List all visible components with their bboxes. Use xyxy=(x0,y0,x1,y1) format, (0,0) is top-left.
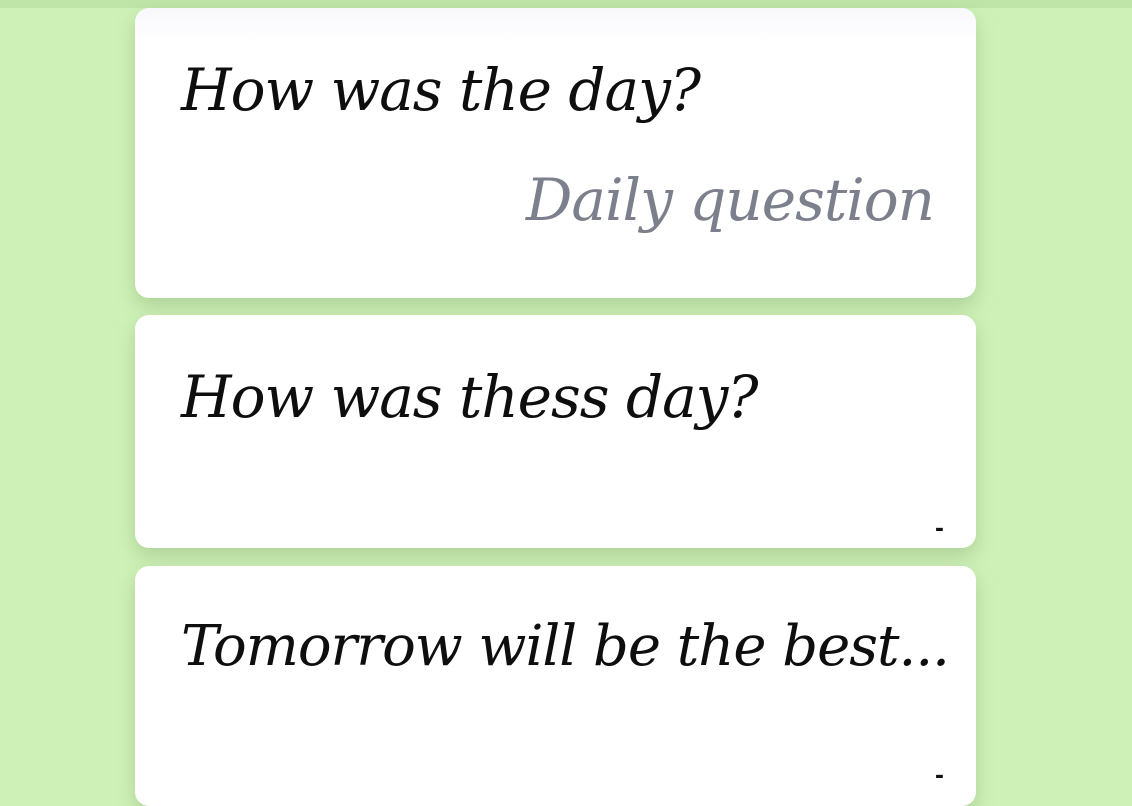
entry-text: How was the day? xyxy=(181,56,701,124)
daily-question-label: Daily question xyxy=(525,166,935,234)
entry-card-daily-question[interactable]: How was the day? Daily question xyxy=(135,8,976,298)
entry-card[interactable]: Tomorrow will be the best... - xyxy=(135,566,976,806)
entry-meta: - xyxy=(934,764,944,789)
entry-card[interactable]: How was thess day? - xyxy=(135,315,976,548)
entry-text: How was thess day? xyxy=(181,363,759,431)
top-edge xyxy=(0,0,1132,8)
entry-meta: - xyxy=(934,517,944,542)
entry-text: Tomorrow will be the best... xyxy=(181,614,950,679)
